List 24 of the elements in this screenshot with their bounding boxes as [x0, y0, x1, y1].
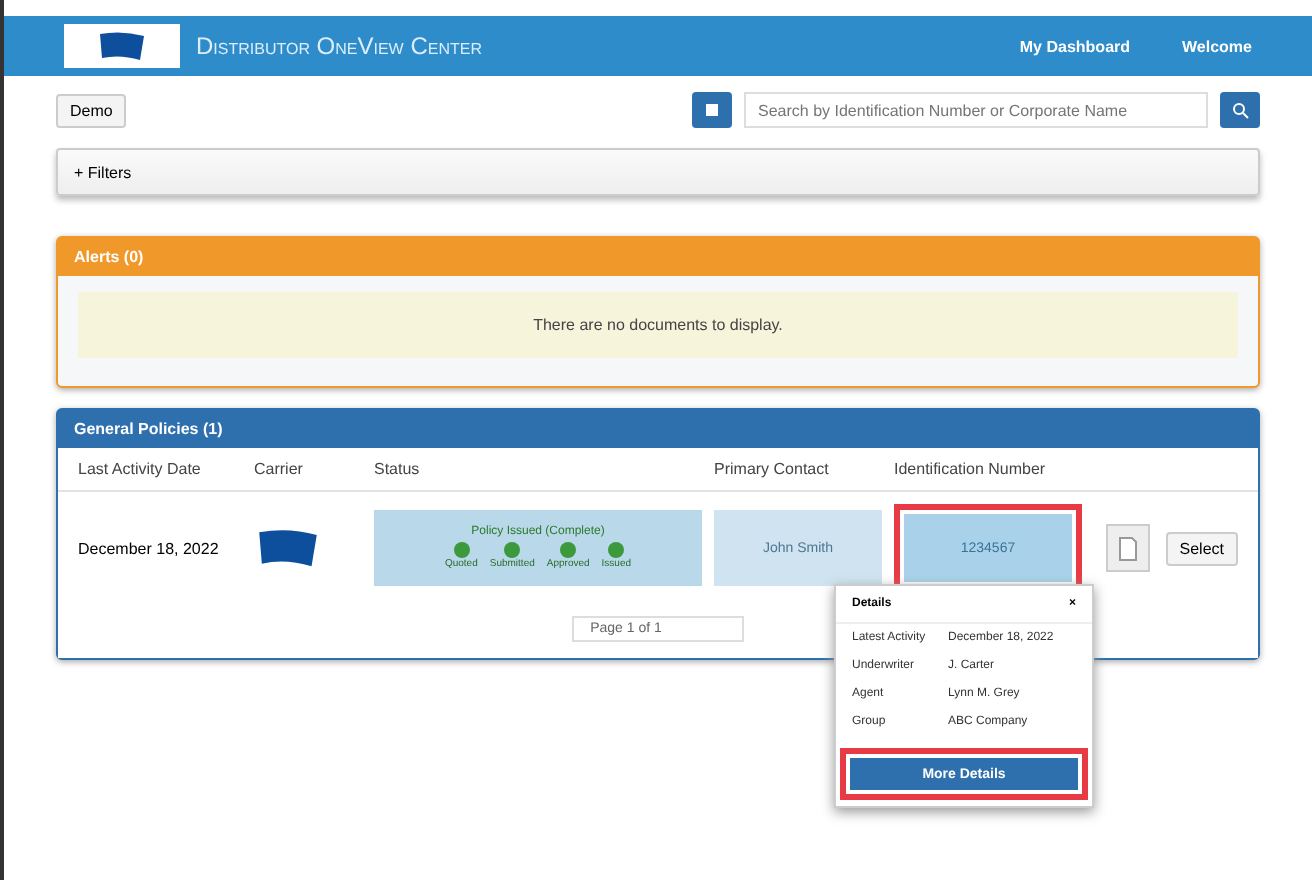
document-icon: [1117, 535, 1138, 561]
empty-message: There are no documents to display.: [78, 292, 1238, 358]
column-header: Carrier: [254, 460, 305, 478]
demo-button[interactable]: Demo: [56, 93, 127, 127]
table-cell-text: December 18, 2022: [78, 539, 221, 557]
search-button[interactable]: [1220, 92, 1260, 128]
flag-logo-icon: [96, 30, 148, 62]
square-icon: [706, 104, 718, 116]
filter-button[interactable]: [692, 92, 732, 128]
document-button[interactable]: [1105, 524, 1150, 572]
column-header: Identification Number: [894, 460, 1048, 478]
panel-title: General Policies (1): [58, 410, 1258, 448]
select-button[interactable]: Select: [1165, 531, 1238, 565]
panel-title: Alerts (0): [58, 238, 1258, 276]
search-icon: [1231, 101, 1249, 119]
header-link[interactable]: Welcome: [1182, 37, 1252, 55]
filters-toggle[interactable]: + Filters: [56, 148, 1260, 196]
column-header: Last Activity Date: [78, 460, 203, 478]
header-link[interactable]: My Dashboard: [1019, 37, 1131, 55]
app-title: Distributor OneView Center: [196, 32, 484, 60]
column-header: Status: [374, 460, 422, 478]
search-field[interactable]: Search by Identification Number or Corporate Name: [744, 92, 1208, 128]
column-header: Primary Contact: [714, 460, 831, 478]
flag-logo-icon: [254, 526, 322, 570]
